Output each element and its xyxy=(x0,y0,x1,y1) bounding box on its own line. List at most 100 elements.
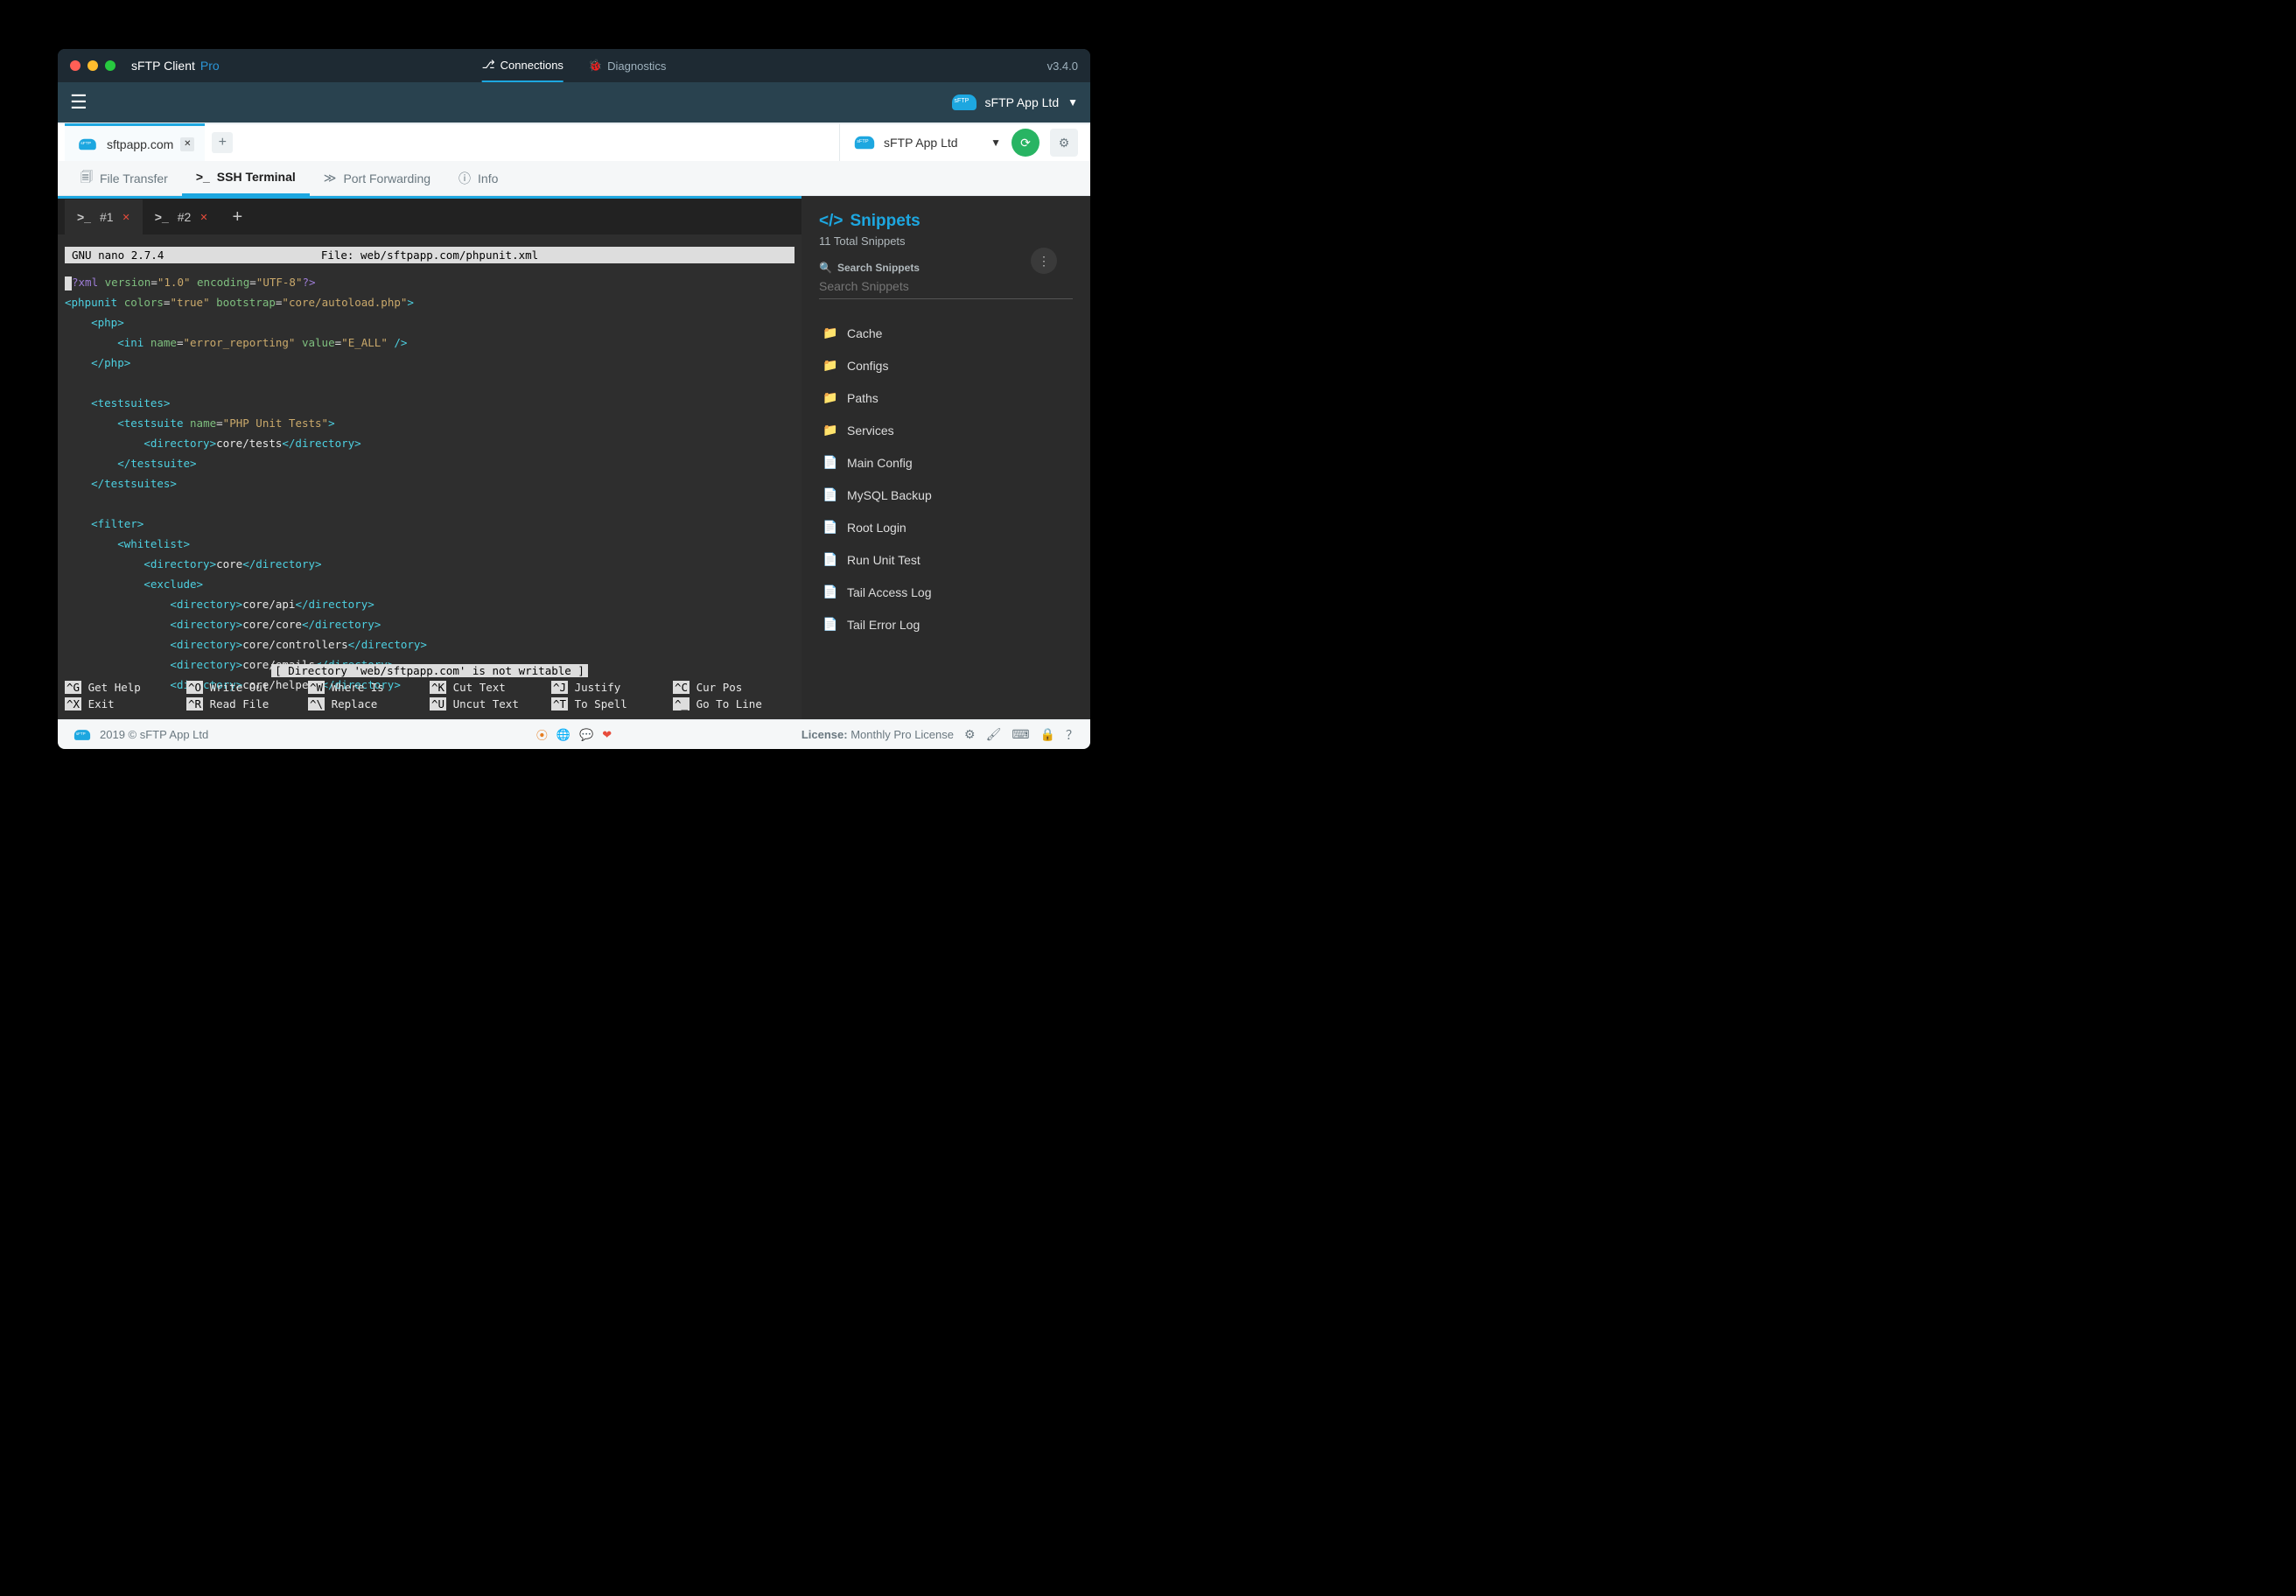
subtab-port-forwarding[interactable]: ≫ Port Forwarding xyxy=(310,161,444,196)
terminal-tab-2[interactable]: >_ #2 ✕ xyxy=(143,200,220,234)
window-controls xyxy=(70,60,116,71)
nano-key: ^\ Replace xyxy=(308,696,430,712)
snippet-file[interactable]: 📄 Tail Error Log xyxy=(819,608,1073,640)
refresh-button[interactable]: ⟳ xyxy=(1012,129,1040,157)
snippet-label: MySQL Backup xyxy=(847,488,932,502)
cloud-logo-icon xyxy=(79,138,96,150)
snippet-file[interactable]: 📄MySQL Backup xyxy=(819,479,1073,511)
snippet-folder[interactable]: 📁Paths xyxy=(819,382,1073,414)
maximize-window-button[interactable] xyxy=(105,60,116,71)
code-line: <php> xyxy=(65,312,794,332)
snippet-file[interactable]: 📄Tail Access Log xyxy=(819,576,1073,608)
app-window: sFTP Client Pro ⎇ Connections 🐞 Diagnost… xyxy=(58,49,1090,749)
nano-file-label: File: web/sftpapp.com/phpunit.xml xyxy=(321,247,538,263)
help-icon[interactable]: ？ xyxy=(1066,726,1078,744)
snippets-search-input[interactable] xyxy=(819,274,1073,299)
nano-key: ^K Cut Text xyxy=(430,679,551,696)
snippet-label: Root Login xyxy=(847,521,906,535)
add-tab-button[interactable]: + xyxy=(212,132,233,153)
heart-icon[interactable]: ❤ xyxy=(602,728,612,742)
subtab-file-transfer[interactable]: 🗐 File Transfer xyxy=(66,161,182,196)
snippet-file[interactable]: 📄Root Login xyxy=(819,511,1073,543)
close-tab-button[interactable]: ✕ xyxy=(180,137,194,151)
tab-diagnostics[interactable]: 🐞 Diagnostics xyxy=(588,49,666,82)
gear-icon[interactable]: ⚙ xyxy=(964,727,976,742)
snippet-file[interactable]: 📄Run Unit Test xyxy=(819,543,1073,576)
nano-key: ^J Justify xyxy=(551,679,673,696)
chevron-down-icon[interactable]: ▼ xyxy=(1068,96,1078,108)
nano-key: ^C Cur Pos xyxy=(673,679,794,696)
profile-selector[interactable]: sFTP App Ltd ▼ xyxy=(852,135,1001,150)
nano-footer: [ Directory 'web/sftpapp.com' is not wri… xyxy=(65,662,794,712)
file-icon: 📄 xyxy=(822,617,836,632)
snippet-folder[interactable]: 📁Services xyxy=(819,414,1073,446)
prompt-icon: >_ xyxy=(77,210,91,224)
terminal-output[interactable]: GNU nano 2.7.4 File: web/sftpapp.com/php… xyxy=(58,234,802,719)
close-terminal-tab-button[interactable]: ✕ xyxy=(200,212,207,223)
toolbar-profile-label: sFTP App Ltd xyxy=(985,95,1060,109)
nano-key: ^W Where Is xyxy=(308,679,430,696)
file-icon: 📄 xyxy=(822,455,836,470)
keyboard-icon[interactable]: ⌨ xyxy=(1012,727,1029,742)
cloud-logo-icon xyxy=(74,730,90,740)
snippet-label: Main Config xyxy=(847,456,913,470)
code-line: </testsuites> xyxy=(65,473,794,494)
code-line: ?xml version="1.0" encoding="UTF-8"?> xyxy=(65,272,794,292)
lock-icon[interactable]: 🔒 xyxy=(1040,727,1055,742)
code-line: <directory>core/tests</directory> xyxy=(65,433,794,453)
minimize-window-button[interactable] xyxy=(88,60,98,71)
cursor-icon xyxy=(65,276,72,290)
snippet-folder[interactable]: 📁Configs xyxy=(819,349,1073,382)
terminal-tab-1[interactable]: >_ #1 ✕ xyxy=(65,200,143,234)
code-line: <directory>core/controllers</directory> xyxy=(65,634,794,654)
version-label: v3.4.0 xyxy=(1047,60,1078,73)
copy-icon: 🗐 xyxy=(80,168,93,189)
snippets-more-button[interactable]: ⋮ xyxy=(1031,248,1057,274)
statusbar: 2019 © sFTP App Ltd ⦿ 🌐 💬 ❤ License: Mon… xyxy=(58,719,1090,749)
code-line: <phpunit colors="true" bootstrap="core/a… xyxy=(65,292,794,312)
subtab-label: File Transfer xyxy=(100,172,168,186)
folder-icon: 📁 xyxy=(822,358,836,373)
chevron-down-icon: ▼ xyxy=(990,136,1001,149)
code-line: </php> xyxy=(65,353,794,373)
search-icon: 🔍 xyxy=(819,262,832,274)
mode-subtabs: 🗐 File Transfer >_ SSH Terminal ≫ Port F… xyxy=(58,161,1090,196)
subtab-ssh-terminal[interactable]: >_ SSH Terminal xyxy=(182,161,310,196)
code-line: <testsuite name="PHP Unit Tests"> xyxy=(65,413,794,433)
folder-icon: 📁 xyxy=(822,326,836,340)
nano-key: ^U Uncut Text xyxy=(430,696,551,712)
lifebuoy-icon[interactable]: ⦿ xyxy=(536,726,548,743)
license-value: Monthly Pro License xyxy=(850,728,954,741)
main-toolbar: ☰ sFTP App Ltd ▼ xyxy=(58,82,1090,122)
close-window-button[interactable] xyxy=(70,60,80,71)
site-tab[interactable]: sftpapp.com ✕ xyxy=(65,123,205,162)
prompt-icon: >_ xyxy=(196,170,210,184)
site-tabstrip: sftpapp.com ✕ + sFTP App Ltd ▼ ⟳ ⚙ xyxy=(58,122,1090,161)
folder-icon: 📁 xyxy=(822,390,836,405)
refresh-icon: ⟳ xyxy=(1020,136,1031,150)
search-label-text: Search Snippets xyxy=(837,262,920,274)
chat-icon[interactable]: 💬 xyxy=(579,728,593,742)
settings-button[interactable]: ⚙ xyxy=(1050,129,1078,157)
code-line xyxy=(65,373,794,393)
folder-icon: 📁 xyxy=(822,423,836,438)
cloud-logo-icon xyxy=(855,136,874,149)
nano-key: ^O Write Out xyxy=(186,679,308,696)
close-terminal-tab-button[interactable]: ✕ xyxy=(122,212,130,223)
menu-button[interactable]: ☰ xyxy=(70,91,88,114)
nano-header: GNU nano 2.7.4 File: web/sftpapp.com/php… xyxy=(65,247,794,263)
snippet-file[interactable]: 📄 Main Config xyxy=(819,446,1073,479)
code-line xyxy=(65,494,794,514)
snippet-folder[interactable]: 📁Cache xyxy=(819,317,1073,349)
add-terminal-tab-button[interactable]: + xyxy=(220,200,256,234)
terminal-area: >_ #1 ✕ >_ #2 ✕ + GNU nano 2.7.4 File: w… xyxy=(58,196,802,719)
tab-connections[interactable]: ⎇ Connections xyxy=(482,49,564,82)
snippet-label: Tail Error Log xyxy=(847,618,920,632)
code-line: <directory>core/api</directory> xyxy=(65,594,794,614)
subtab-info[interactable]: ⓘ Info xyxy=(444,161,512,196)
code-line: <exclude> xyxy=(65,574,794,594)
globe-icon[interactable]: 🌐 xyxy=(556,728,570,742)
brush-icon[interactable]: 🖌 xyxy=(986,727,1002,742)
code-line: <directory>core</directory> xyxy=(65,554,794,574)
profile-label: sFTP App Ltd xyxy=(884,136,958,150)
